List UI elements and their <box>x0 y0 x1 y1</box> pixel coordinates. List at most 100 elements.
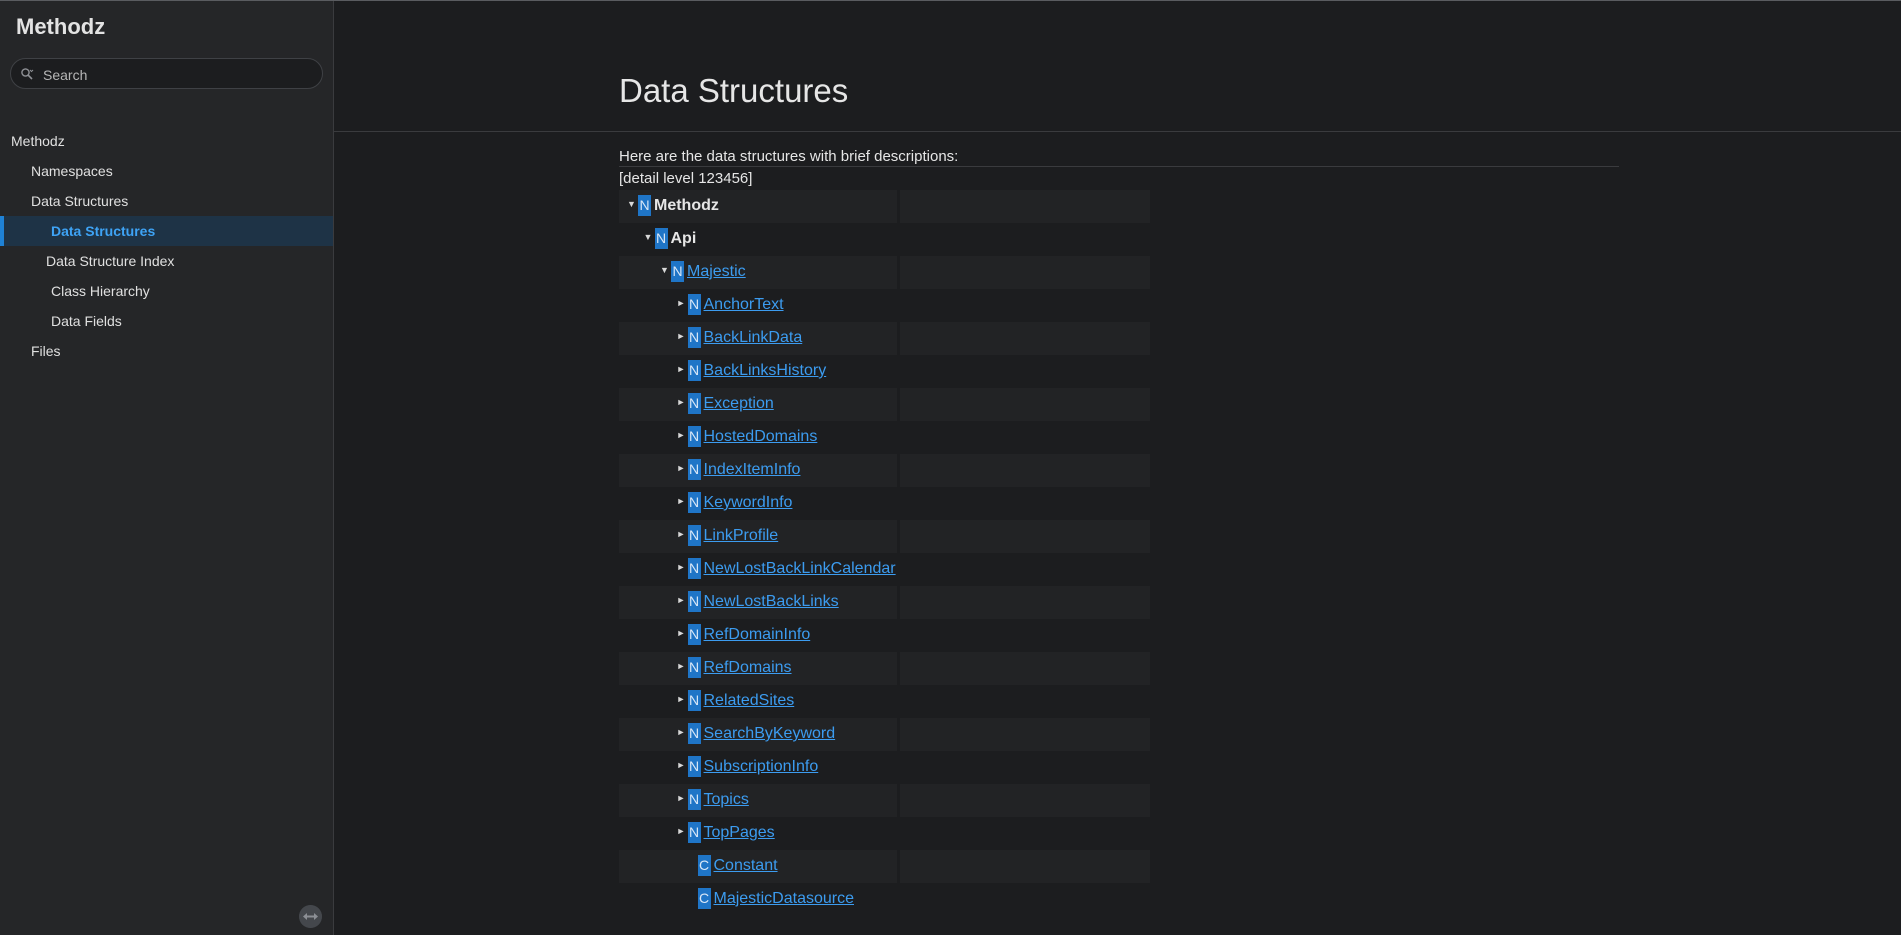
table-row: ► N SubscriptionInfo <box>619 751 1150 784</box>
collapse-arrow-icon[interactable]: ► <box>677 331 686 341</box>
collapse-arrow-icon[interactable]: ► <box>677 727 686 737</box>
namespace-badge-icon: N <box>687 525 701 546</box>
sidebar-item-data-structure-index[interactable]: Data Structure Index <box>0 246 333 276</box>
description-cell <box>897 850 1150 883</box>
sidebar-item-namespaces[interactable]: Namespaces <box>0 156 333 186</box>
collapse-arrow-icon[interactable]: ► <box>677 661 686 671</box>
sidebar-item-data-structures-group[interactable]: Data Structures <box>0 186 333 216</box>
entry-link[interactable]: BackLinksHistory <box>704 361 827 381</box>
sidebar-resize-icon[interactable] <box>299 905 322 928</box>
table-row: ► N RelatedSites <box>619 685 1150 718</box>
table-row: ► N IndexItemInfo <box>619 454 1150 487</box>
sidebar-item-data-fields[interactable]: Data Fields <box>0 306 333 336</box>
namespace-badge-icon: N <box>687 294 701 315</box>
entry-link[interactable]: HostedDomains <box>704 427 818 447</box>
expand-arrow-icon[interactable]: ▼ <box>644 232 653 242</box>
entry-link[interactable]: BackLinkData <box>704 328 803 348</box>
intro-divider <box>619 166 1619 167</box>
entry-link[interactable]: LinkProfile <box>704 526 779 546</box>
table-row: ► N Exception <box>619 388 1150 421</box>
entry-link[interactable]: AnchorText <box>704 295 784 315</box>
entry-link[interactable]: MajesticDatasource <box>714 889 855 909</box>
collapse-arrow-icon[interactable]: ► <box>677 628 686 638</box>
entry-link[interactable]: RelatedSites <box>704 691 795 711</box>
table-row: ▼ N Majestic <box>619 256 1150 289</box>
table-row: C MajesticDatasource <box>619 883 1150 916</box>
collapse-arrow-icon[interactable]: ► <box>677 463 686 473</box>
sidebar-item-label: Data Structures <box>51 223 156 239</box>
table-row: ► N HostedDomains <box>619 421 1150 454</box>
entry-link[interactable]: Exception <box>704 394 774 414</box>
sidebar-item-label: Data Fields <box>51 313 122 329</box>
collapse-arrow-icon[interactable]: ► <box>677 760 686 770</box>
entry-link[interactable]: SubscriptionInfo <box>704 757 819 777</box>
collapse-arrow-icon[interactable]: ► <box>677 793 686 803</box>
collapse-arrow-icon[interactable]: ► <box>677 694 686 704</box>
table-row: ► N RefDomains <box>619 652 1150 685</box>
expand-arrow-icon[interactable]: ▼ <box>660 265 669 275</box>
entry-link[interactable]: TopPages <box>704 823 775 843</box>
namespace-badge-icon: N <box>687 756 701 777</box>
entry-link[interactable]: KeywordInfo <box>704 493 793 513</box>
detail-level-selector[interactable]: [detail level 123456] <box>619 170 752 187</box>
table-row: ► N AnchorText <box>619 289 1150 322</box>
entry-link[interactable]: NewLostBackLinkCalendar <box>704 559 896 579</box>
table-row: ► N RefDomainInfo <box>619 619 1150 652</box>
table-row: ► N BackLinksHistory <box>619 355 1150 388</box>
description-cell <box>897 289 1150 322</box>
description-cell <box>897 487 1150 520</box>
search-icon[interactable] <box>20 67 34 81</box>
sidebar-item-methodz[interactable]: Methodz <box>0 126 333 156</box>
namespace-badge-icon: N <box>687 327 701 348</box>
table-row: ► N SearchByKeyword <box>619 718 1150 751</box>
entry-link[interactable]: Majestic <box>687 262 746 282</box>
collapse-arrow-icon[interactable]: ► <box>677 430 686 440</box>
header-divider <box>334 131 1901 132</box>
entry-link[interactable]: Topics <box>704 790 749 810</box>
sidebar-item-files[interactable]: Files <box>0 336 333 366</box>
table-row: ► N KeywordInfo <box>619 487 1150 520</box>
description-cell <box>897 883 1150 916</box>
entry-link[interactable]: RefDomainInfo <box>704 625 811 645</box>
namespace-badge-icon: N <box>687 690 701 711</box>
collapse-arrow-icon[interactable]: ► <box>677 826 686 836</box>
sidebar-item-class-hierarchy[interactable]: Class Hierarchy <box>0 276 333 306</box>
namespace-badge-icon: N <box>687 789 701 810</box>
entry-link[interactable]: NewLostBackLinks <box>704 592 839 612</box>
entry-link[interactable]: SearchByKeyword <box>704 724 836 744</box>
collapse-arrow-icon[interactable]: ► <box>677 298 686 308</box>
collapse-arrow-icon[interactable]: ► <box>677 397 686 407</box>
table-row: ► N BackLinkData <box>619 322 1150 355</box>
namespace-badge-icon: N <box>687 723 701 744</box>
search-input[interactable] <box>41 59 315 90</box>
description-cell <box>897 751 1150 784</box>
description-cell <box>897 322 1150 355</box>
expand-arrow-icon[interactable]: ▼ <box>627 199 636 209</box>
entry-label: Api <box>670 230 697 247</box>
description-cell <box>897 652 1150 685</box>
entry-link[interactable]: RefDomains <box>704 658 792 678</box>
table-row: C Constant <box>619 850 1150 883</box>
description-cell <box>897 520 1150 553</box>
class-badge-icon: C <box>697 855 711 876</box>
namespace-badge-icon: N <box>687 492 701 513</box>
entry-link[interactable]: Constant <box>714 856 778 876</box>
namespace-badge-icon: N <box>671 261 684 282</box>
description-cell <box>897 553 1150 586</box>
table-row: ► N NewLostBackLinkCalendar <box>619 553 1150 586</box>
collapse-arrow-icon[interactable]: ► <box>677 496 686 506</box>
collapse-arrow-icon[interactable]: ► <box>677 562 686 572</box>
table-row: ► N NewLostBackLinks <box>619 586 1150 619</box>
table-row: ▼ N Api <box>619 223 1150 256</box>
collapse-arrow-icon[interactable]: ► <box>677 595 686 605</box>
collapse-arrow-icon[interactable]: ► <box>677 529 686 539</box>
collapse-arrow-icon[interactable]: ► <box>677 364 686 374</box>
namespace-badge-icon: N <box>687 393 701 414</box>
sidebar-item-data-structures[interactable]: Data Structures <box>0 216 333 246</box>
project-name[interactable]: Methodz <box>16 14 105 40</box>
entry-link[interactable]: IndexItemInfo <box>704 460 801 480</box>
page-title: Data Structures <box>619 72 849 109</box>
search-box[interactable] <box>10 58 323 90</box>
description-cell <box>897 586 1150 619</box>
sidebar-item-label: Class Hierarchy <box>51 283 150 299</box>
